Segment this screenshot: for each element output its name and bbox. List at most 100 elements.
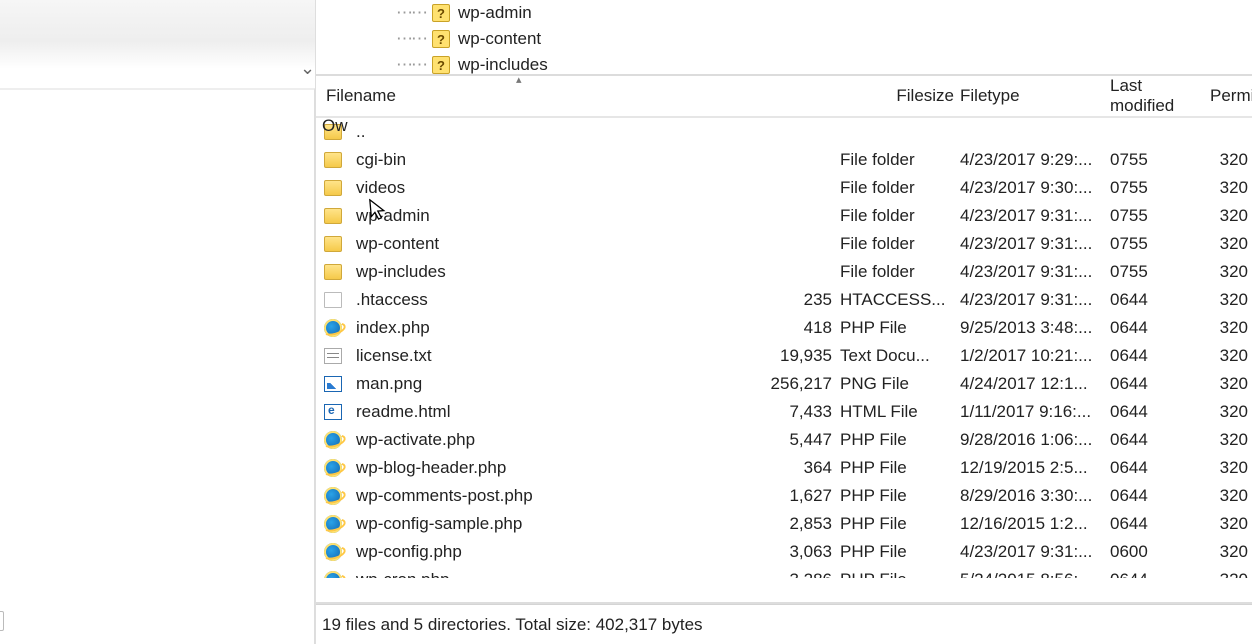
file-date: 4/23/2017 9:30:... <box>960 178 1110 198</box>
file-date: 4/24/2017 12:1... <box>960 374 1110 394</box>
file-type: File folder <box>840 206 960 226</box>
tree-item[interactable]: ⋯⋯ ? wp-admin <box>316 0 1252 26</box>
column-header-filetype[interactable]: Filetype <box>960 86 1110 106</box>
tree-item-label: wp-admin <box>458 3 532 23</box>
file-row[interactable]: wp-activate.php5,447PHP File9/28/2016 1:… <box>322 426 1252 454</box>
file-row[interactable]: wp-config-sample.php2,853PHP File12/16/2… <box>322 510 1252 538</box>
file-row[interactable]: cgi-binFile folder4/23/2017 9:29:...0755… <box>322 146 1252 174</box>
folder-icon <box>324 180 342 196</box>
file-owner: 320 <box>1210 262 1250 282</box>
folder-icon <box>324 264 342 280</box>
ie-php-icon <box>324 571 342 578</box>
column-header-permissions[interactable]: Permissions <box>1210 86 1250 106</box>
local-panel <box>0 88 315 644</box>
file-date: 5/24/2015 8:56:... <box>960 570 1110 578</box>
file-row[interactable]: wp-comments-post.php1,627PHP File8/29/20… <box>322 482 1252 510</box>
remote-directory-tree[interactable]: ⋯⋯ ? wp-admin ⋯⋯ ? wp-content ⋯⋯ ? wp-in… <box>316 0 1252 76</box>
file-row[interactable]: wp-adminFile folder4/23/2017 9:31:...075… <box>322 202 1252 230</box>
file-date: 12/16/2015 1:2... <box>960 514 1110 534</box>
file-name: wp-cron.php <box>350 570 750 578</box>
file-type: PNG File <box>840 374 960 394</box>
tree-item[interactable]: ⋯⋯ ? wp-content <box>316 26 1252 52</box>
file-row[interactable]: wp-includesFile folder4/23/2017 9:31:...… <box>322 258 1252 286</box>
file-row[interactable]: videosFile folder4/23/2017 9:30:...07553… <box>322 174 1252 202</box>
file-owner: 320 <box>1210 402 1250 422</box>
folder-icon <box>324 208 342 224</box>
file-row[interactable]: readme.html7,433HTML File1/11/2017 9:16:… <box>322 398 1252 426</box>
file-date: 4/23/2017 9:31:... <box>960 206 1110 226</box>
file-permissions: 0644 <box>1110 570 1210 578</box>
file-name: wp-includes <box>350 262 750 282</box>
file-type: PHP File <box>840 430 960 450</box>
file-date: 8/29/2016 3:30:... <box>960 486 1110 506</box>
file-row[interactable]: wp-contentFile folder4/23/2017 9:31:...0… <box>322 230 1252 258</box>
file-name: cgi-bin <box>350 150 750 170</box>
file-permissions: 0644 <box>1110 514 1210 534</box>
file-name: .. <box>350 122 750 142</box>
tree-item[interactable]: ⋯⋯ ? wp-includes <box>316 52 1252 76</box>
file-owner: 320 <box>1210 374 1250 394</box>
file-date: 4/23/2017 9:31:... <box>960 234 1110 254</box>
file-row[interactable]: man.png256,217PNG File4/24/2017 12:1...0… <box>322 370 1252 398</box>
question-folder-icon: ? <box>432 4 450 22</box>
file-rows-container: .. cgi-binFile folder4/23/2017 9:29:...07… <box>316 118 1252 578</box>
file-name: wp-config-sample.php <box>350 514 750 534</box>
file-row[interactable]: wp-config.php3,063PHP File4/23/2017 9:31… <box>322 538 1252 566</box>
file-permissions: 0755 <box>1110 234 1210 254</box>
file-row[interactable]: .. <box>322 118 1252 146</box>
file-row[interactable]: wp-cron.php3,286PHP File5/24/2015 8:56:.… <box>322 566 1252 578</box>
file-row[interactable]: .htaccess235HTACCESS...4/23/2017 9:31:..… <box>322 286 1252 314</box>
file-type: HTACCESS... <box>840 290 960 310</box>
panel-collapse-handle[interactable] <box>0 611 4 631</box>
folder-icon <box>324 236 342 252</box>
file-type: File folder <box>840 262 960 282</box>
column-header-lastmodified[interactable]: Last modified <box>1110 76 1210 116</box>
file-size: 1,627 <box>750 486 840 506</box>
file-owner: 320 <box>1210 542 1250 562</box>
file-date: 4/23/2017 9:31:... <box>960 290 1110 310</box>
file-owner: 320 <box>1210 234 1250 254</box>
file-owner: 320 <box>1210 514 1250 534</box>
file-name: index.php <box>350 318 750 338</box>
file-owner: 320 <box>1210 318 1250 338</box>
file-type: HTML File <box>840 402 960 422</box>
file-row[interactable]: license.txt19,935Text Docu...1/2/2017 10… <box>322 342 1252 370</box>
status-bar: 19 files and 5 directories. Total size: … <box>316 604 1252 644</box>
file-name: .htaccess <box>350 290 750 310</box>
file-icon <box>324 292 342 308</box>
file-type: PHP File <box>840 570 960 578</box>
sort-indicator-icon: ▴ <box>516 73 522 86</box>
file-type: Text Docu... <box>840 346 960 366</box>
file-date: 4/23/2017 9:31:... <box>960 542 1110 562</box>
file-owner: 320 <box>1210 486 1250 506</box>
tree-item-label: wp-includes <box>458 55 548 75</box>
tree-item-label: wp-content <box>458 29 541 49</box>
file-owner: 320 <box>1210 178 1250 198</box>
file-permissions: 0600 <box>1110 542 1210 562</box>
dropdown-chevron-icon[interactable]: ⌄ <box>300 58 315 79</box>
file-type: PHP File <box>840 458 960 478</box>
file-type: PHP File <box>840 542 960 562</box>
text-file-icon <box>324 348 342 364</box>
file-permissions: 0755 <box>1110 178 1210 198</box>
column-header-filesize[interactable]: Filesize <box>840 86 960 106</box>
file-size: 5,447 <box>750 430 840 450</box>
remote-file-list: ▴ Filename Filesize Filetype Last modifi… <box>316 76 1252 604</box>
file-size: 418 <box>750 318 840 338</box>
file-row[interactable]: wp-blog-header.php364PHP File12/19/2015 … <box>322 454 1252 482</box>
file-date: 9/25/2013 3:48:... <box>960 318 1110 338</box>
file-name: license.txt <box>350 346 750 366</box>
file-row[interactable]: index.php418PHP File9/25/2013 3:48:...06… <box>322 314 1252 342</box>
file-owner: 320 <box>1210 570 1250 578</box>
column-header-owner[interactable]: Ow <box>322 116 350 136</box>
file-permissions: 0644 <box>1110 402 1210 422</box>
file-name: videos <box>350 178 750 198</box>
column-header-filename[interactable]: Filename <box>322 86 750 106</box>
file-name: wp-activate.php <box>350 430 750 450</box>
file-owner: 320 <box>1210 430 1250 450</box>
list-header-row: ▴ Filename Filesize Filetype Last modifi… <box>316 76 1252 118</box>
file-permissions: 0644 <box>1110 374 1210 394</box>
question-folder-icon: ? <box>432 56 450 74</box>
folder-icon <box>324 152 342 168</box>
ie-php-icon <box>324 487 342 505</box>
